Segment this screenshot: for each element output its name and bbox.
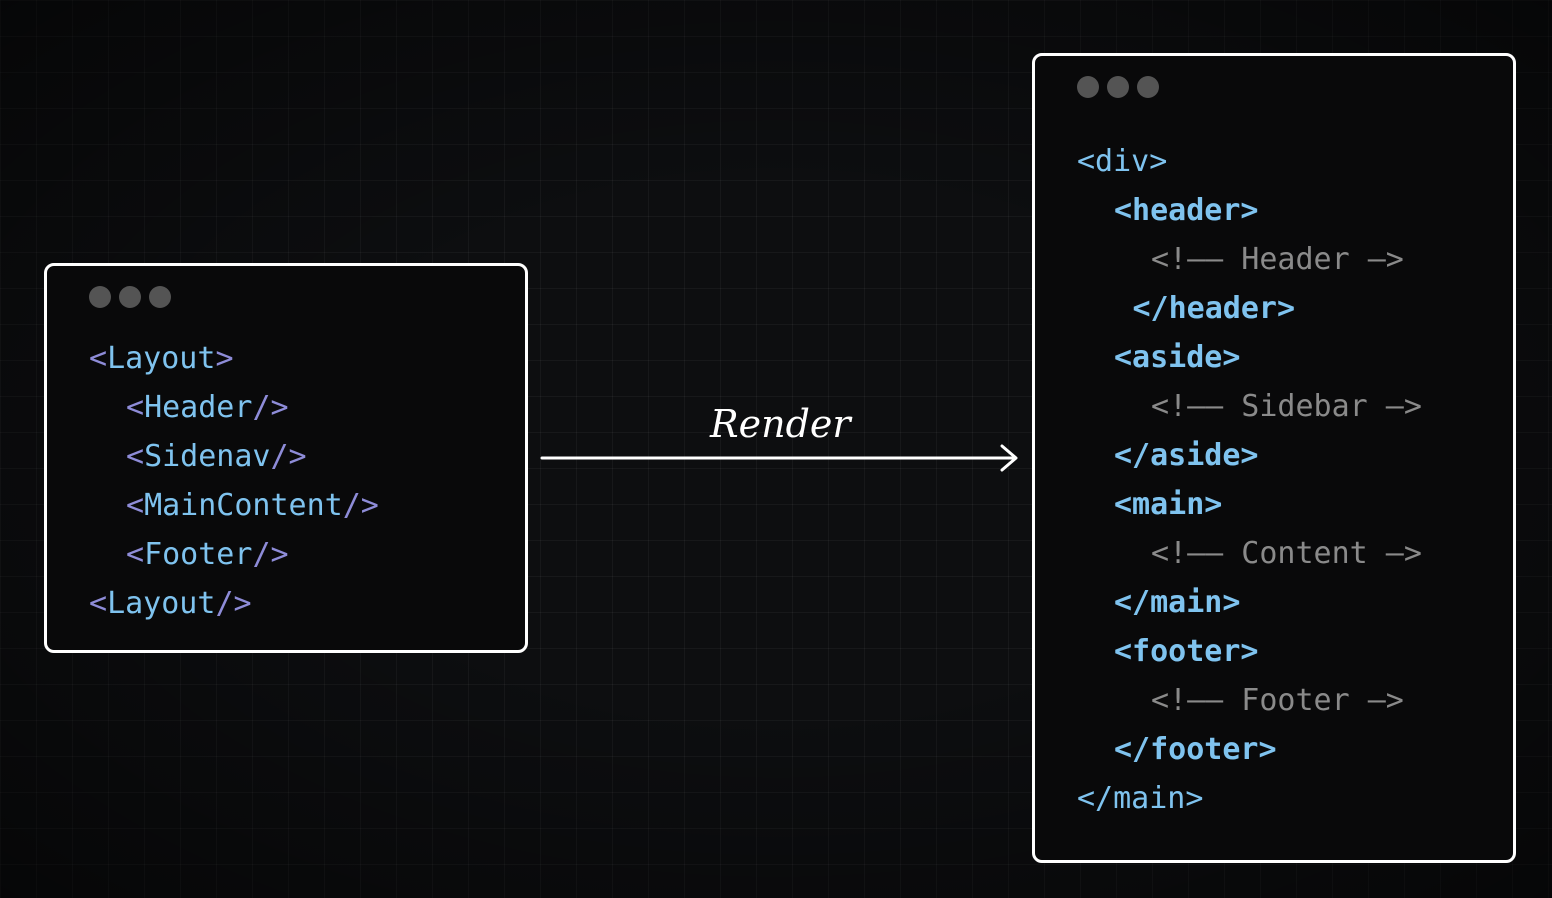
code-line: </main> xyxy=(1114,583,1240,623)
code-line: <footer> xyxy=(1114,632,1259,672)
code-punctuation: /> xyxy=(215,586,252,621)
code-punctuation: > xyxy=(215,341,234,376)
code-punctuation: /> xyxy=(270,439,307,474)
code-tag: <footer> xyxy=(1114,634,1259,669)
right-arrow-icon xyxy=(540,444,1018,472)
rendered-html-window: <div> <header> <!—— Header —> </header> <asi… xyxy=(1032,53,1516,863)
code-tag: Layout xyxy=(107,341,216,376)
code-tag: Sidenav xyxy=(144,439,271,474)
code-line: <MainContent/> xyxy=(126,486,379,526)
code-comment: <!—— Content —> xyxy=(1151,536,1422,571)
code-line: <header> xyxy=(1114,191,1259,231)
code-punctuation: < xyxy=(126,390,145,425)
code-line: <Layout> xyxy=(89,339,234,379)
code-line: <Footer/> xyxy=(126,535,289,575)
code-line: <!—— Header —> xyxy=(1151,240,1404,280)
code-tag: Footer xyxy=(144,537,253,572)
code-punctuation: < xyxy=(126,439,145,474)
render-arrow: Render xyxy=(540,400,1024,480)
code-line: <!—— Sidebar —> xyxy=(1151,387,1422,427)
code-tag: Layout xyxy=(107,586,216,621)
code-tag: MainContent xyxy=(144,488,343,523)
code-punctuation: < xyxy=(126,488,145,523)
code-line: </main> xyxy=(1077,779,1203,819)
window-controls xyxy=(89,286,171,308)
window-dot-icon xyxy=(89,286,111,308)
code-tag: Header xyxy=(144,390,253,425)
code-punctuation: < xyxy=(89,586,108,621)
code-line: <aside> xyxy=(1114,338,1240,378)
code-tag: <aside> xyxy=(1114,340,1241,375)
code-punctuation: < xyxy=(89,341,108,376)
window-dot-icon xyxy=(119,286,141,308)
code-line: <main> xyxy=(1114,485,1222,525)
code-comment: <!—— Footer —> xyxy=(1151,683,1404,718)
window-dot-icon xyxy=(1107,76,1129,98)
code-punctuation: /> xyxy=(252,390,289,425)
code-punctuation: /> xyxy=(342,488,379,523)
code-tag: <main> xyxy=(1114,487,1223,522)
code-tag: <header> xyxy=(1114,193,1259,228)
code-line: <!—— Footer —> xyxy=(1151,681,1404,721)
window-dot-icon xyxy=(1137,76,1159,98)
code-line: </footer> xyxy=(1114,730,1277,770)
code-line: <div> xyxy=(1077,142,1167,182)
code-tag: </main> xyxy=(1114,585,1241,620)
code-line: <Sidenav/> xyxy=(126,437,307,477)
code-line: </header> xyxy=(1133,289,1296,329)
code-line: <Header/> xyxy=(126,388,289,428)
code-tag: <div> xyxy=(1077,144,1168,179)
code-punctuation: < xyxy=(126,537,145,572)
code-tag: </footer> xyxy=(1114,732,1277,767)
code-tag: </header> xyxy=(1132,291,1296,326)
window-dot-icon xyxy=(1077,76,1099,98)
code-line: <!—— Content —> xyxy=(1151,534,1422,574)
window-controls xyxy=(1077,76,1159,98)
window-dot-icon xyxy=(149,286,171,308)
code-comment: <!—— Sidebar —> xyxy=(1151,389,1422,424)
source-code-window: <Layout> <Header/> <Sidenav/> <MainContent/… xyxy=(44,263,528,653)
code-tag: </aside> xyxy=(1114,438,1259,473)
code-tag: </main> xyxy=(1077,781,1204,816)
code-line: <Layout/> xyxy=(89,584,252,624)
code-line: </aside> xyxy=(1114,436,1259,476)
code-punctuation: /> xyxy=(252,537,289,572)
code-comment: <!—— Header —> xyxy=(1151,242,1404,277)
